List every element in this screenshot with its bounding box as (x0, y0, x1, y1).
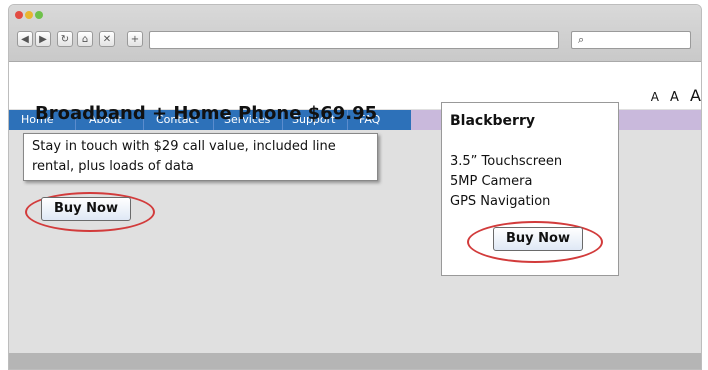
address-bar[interactable] (149, 31, 559, 49)
browser-chrome: ◀ ▶ ↻ ⌂ ✕ + ⌕ (9, 5, 701, 62)
font-size-controls: A A A (645, 86, 701, 105)
new-tab-icon[interactable]: + (127, 31, 143, 47)
back-icon[interactable]: ◀ (17, 31, 33, 47)
search-field[interactable]: ⌕ (571, 31, 691, 49)
status-bar (9, 353, 701, 369)
home-icon[interactable]: ⌂ (77, 31, 93, 47)
offer-description: Stay in touch with $29 call value, inclu… (23, 133, 378, 181)
font-size-large[interactable]: A (690, 86, 701, 105)
forward-icon[interactable]: ▶ (35, 31, 51, 47)
search-icon: ⌕ (578, 33, 585, 46)
product-feature: 5MP Camera (450, 174, 533, 189)
offer-title: Broadband + Home Phone $69.95 (35, 103, 378, 124)
offer-buy-now-button[interactable]: Buy Now (41, 197, 131, 221)
product-title: Blackberry (450, 113, 535, 129)
stop-icon[interactable]: ✕ (99, 31, 115, 47)
font-size-small[interactable]: A (651, 90, 659, 104)
close-window-button[interactable] (15, 11, 23, 19)
product-feature: GPS Navigation (450, 194, 551, 209)
font-size-medium[interactable]: A (670, 90, 679, 105)
product-feature: 3.5” Touchscreen (450, 154, 563, 169)
minimize-window-button[interactable] (25, 11, 33, 19)
zoom-window-button[interactable] (35, 11, 43, 19)
browser-window: ◀ ▶ ↻ ⌂ ✕ + ⌕ A A A Home About Contact S… (8, 4, 702, 370)
product-buy-now-button[interactable]: Buy Now (493, 227, 583, 251)
reload-icon[interactable]: ↻ (57, 31, 73, 47)
